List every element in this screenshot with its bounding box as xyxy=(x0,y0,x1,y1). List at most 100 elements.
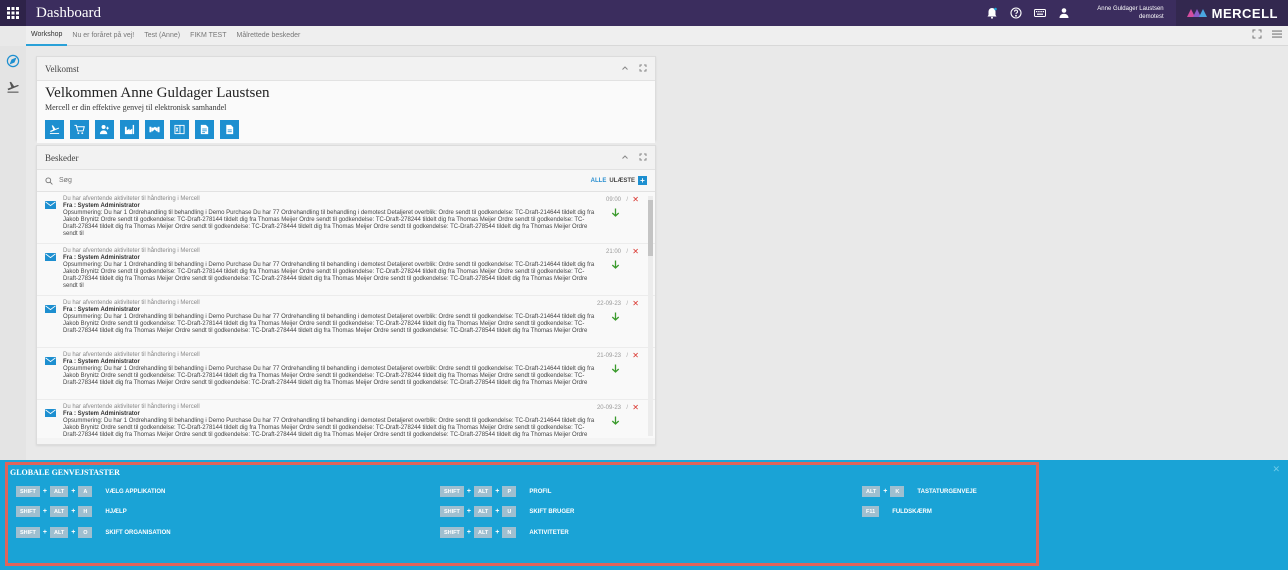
search-icon xyxy=(45,176,53,185)
welcome-heading: Velkommen Anne Guldager Laustsen xyxy=(45,85,270,101)
app-menu-button[interactable] xyxy=(0,0,26,26)
list-item[interactable]: Du har afventende aktiviteter til håndte… xyxy=(37,296,655,348)
key: SHIFT xyxy=(16,486,40,497)
list-item[interactable]: Du har afventende aktiviteter til håndte… xyxy=(37,348,655,400)
plus-sign: + xyxy=(883,488,888,495)
hamburger-menu-icon[interactable] xyxy=(1272,29,1282,39)
delete-icon[interactable]: ✕ xyxy=(632,195,639,204)
message-date: 20-09-23 xyxy=(596,405,621,411)
fullscreen-icon[interactable] xyxy=(1252,29,1262,39)
delete-icon[interactable]: ✕ xyxy=(632,299,639,308)
shortcut-profile: SHIFT + ALT + P PROFIL xyxy=(440,486,551,497)
arrow-down-icon[interactable] xyxy=(611,312,620,321)
arrow-down-icon[interactable] xyxy=(611,208,620,217)
rail-item-travel[interactable] xyxy=(0,76,26,98)
keyboard-button[interactable] xyxy=(1028,0,1052,26)
plus-sign: + xyxy=(42,488,47,495)
plane-icon xyxy=(7,81,19,93)
search-input[interactable] xyxy=(59,177,259,184)
mercell-logo-icon xyxy=(1186,9,1207,17)
global-shortcuts-panel: GLOBALE GENVEJSTASTER ✕ SHIFT + ALT + A VÆ… xyxy=(0,460,1288,570)
plus-sign: + xyxy=(466,529,471,536)
user-icon xyxy=(1059,8,1069,18)
quick-contract-button[interactable] xyxy=(145,120,164,139)
quick-travel-button[interactable] xyxy=(45,120,64,139)
message-body: Opsummering: Du har 1 Ordrehandling til … xyxy=(63,418,595,438)
page-title: Dashboard xyxy=(36,4,101,21)
delete-icon[interactable]: ✕ xyxy=(632,403,639,412)
cart-icon xyxy=(74,124,85,135)
quick-document-button[interactable] xyxy=(195,120,214,139)
plus-sign: + xyxy=(466,508,471,515)
brand-name: MERCELL xyxy=(1211,5,1278,21)
tab-targeted-messages[interactable]: Målrettede beskeder xyxy=(232,26,306,46)
quick-factory-button[interactable] xyxy=(120,120,139,139)
factory-icon xyxy=(124,124,135,135)
list-item[interactable]: Du har afventende aktiviteter til håndte… xyxy=(37,192,655,244)
list-item[interactable]: Du har afventende aktiviteter til håndte… xyxy=(37,244,655,296)
shortcut-label: SKIFT BRUGER xyxy=(529,508,575,515)
messages-widget-title: Beskeder xyxy=(45,152,79,163)
quick-excel-button[interactable] xyxy=(170,120,189,139)
delete-icon[interactable]: ✕ xyxy=(632,247,639,256)
file-icon xyxy=(226,124,234,135)
welcome-subtitle: Mercell er din effektive genvej til elek… xyxy=(45,103,227,112)
separator: / xyxy=(626,301,628,307)
quick-actions xyxy=(45,120,647,139)
close-icon[interactable]: ✕ xyxy=(1272,464,1280,475)
user-add-icon xyxy=(99,125,109,135)
user-info[interactable]: Anne Guldager Laustsen demotest xyxy=(1086,5,1163,21)
message-list: Du har afventende aktiviteter til håndte… xyxy=(37,192,655,438)
plus-sign: + xyxy=(466,488,471,495)
profile-button[interactable] xyxy=(1052,0,1076,26)
filter-all[interactable]: ALLE xyxy=(591,178,607,184)
quick-purchase-button[interactable] xyxy=(70,120,89,139)
document-icon xyxy=(200,124,209,135)
help-button[interactable] xyxy=(1004,0,1028,26)
message-body: Opsummering: Du har 1 Ordrehandling til … xyxy=(63,210,595,237)
message-date: 21:00 xyxy=(605,249,621,255)
quick-user-button[interactable] xyxy=(95,120,114,139)
filter-unread[interactable]: ULÆSTE xyxy=(609,178,635,184)
message-sender: Fra : System Administrator xyxy=(63,411,140,417)
new-message-button[interactable]: + xyxy=(638,176,647,185)
key: F11 xyxy=(862,506,880,517)
message-date: 22-09-23 xyxy=(596,301,621,307)
scrollbar-thumb[interactable] xyxy=(648,200,653,256)
collapse-icon[interactable] xyxy=(621,64,629,72)
quick-file-button[interactable] xyxy=(220,120,239,139)
list-item[interactable]: Du har afventende aktiviteter til håndte… xyxy=(37,400,655,438)
shortcut-select-app: SHIFT + ALT + A VÆLG APPLIKATION xyxy=(16,486,165,497)
arrow-down-icon[interactable] xyxy=(611,416,620,425)
shortcut-keyboard-shortcuts: ALT + K TASTATURGENVEJE xyxy=(862,486,977,497)
envelope-icon xyxy=(45,357,56,365)
notifications-button[interactable] xyxy=(980,0,1004,26)
tab-spring[interactable]: Nu er foråret på vej! xyxy=(67,26,139,46)
expand-icon[interactable] xyxy=(639,64,647,72)
help-icon xyxy=(1010,7,1022,19)
message-body: Opsummering: Du har 1 Ordrehandling til … xyxy=(63,314,595,334)
key: P xyxy=(502,486,517,497)
arrow-down-icon[interactable] xyxy=(611,260,620,269)
expand-icon[interactable] xyxy=(639,153,647,161)
message-subject: Du har afventende aktiviteter til håndte… xyxy=(63,248,200,254)
separator: / xyxy=(626,353,628,359)
grid-icon xyxy=(7,7,19,19)
key: ALT xyxy=(473,506,493,517)
key: ALT xyxy=(49,527,69,538)
key: SHIFT xyxy=(16,527,40,538)
collapse-icon[interactable] xyxy=(621,153,629,161)
key: ALT xyxy=(49,486,69,497)
tab-fikm-test[interactable]: FIKM TEST xyxy=(185,26,231,46)
messages-widget-header: Beskeder xyxy=(37,146,655,170)
arrow-down-icon[interactable] xyxy=(611,364,620,373)
excel-icon xyxy=(174,124,185,135)
plus-sign: + xyxy=(495,508,500,515)
rail-item-dashboard[interactable] xyxy=(0,50,26,72)
tab-workshop[interactable]: Workshop xyxy=(26,26,68,46)
key: ALT xyxy=(473,527,493,538)
message-body: Opsummering: Du har 1 Ordrehandling til … xyxy=(63,262,595,289)
tab-test-anne[interactable]: Test (Anne) xyxy=(139,26,185,46)
delete-icon[interactable]: ✕ xyxy=(632,351,639,360)
message-scrollbar[interactable] xyxy=(648,196,653,436)
